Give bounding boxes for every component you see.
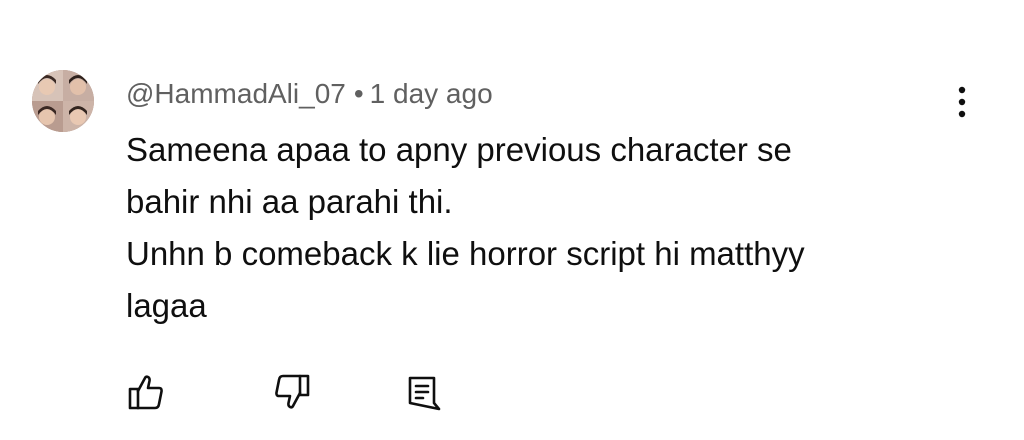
reply-comment-icon [408,376,441,411]
comment-text-line: bahir nhi aa parahi thi. [126,183,453,220]
comment-timestamp[interactable]: 1 day ago [370,78,493,109]
author-name[interactable]: @HammadAli_07 [126,78,346,109]
more-vert-icon [958,86,966,118]
comment-text: Sameena apaa to apny previous character … [126,124,926,332]
comment-item: @HammadAli_07 • 1 day ago Sameena apaa to … [0,0,1024,440]
like-button[interactable] [124,370,168,414]
thumbs-up-icon [128,375,163,410]
more-options-button[interactable] [944,82,980,122]
comment-text-line: lagaa [126,287,207,324]
comment-text-line: Unhn b comeback k lie horror script hi m… [126,235,805,272]
comment-header: @HammadAli_07 • 1 day ago [126,76,493,112]
thumbs-down-icon [275,374,310,409]
reply-button[interactable] [400,370,444,414]
avatar-photo [32,70,94,132]
comment-text-line: Sameena apaa to apny previous character … [126,131,792,168]
meta-separator: • [353,78,364,109]
dislike-button[interactable] [270,370,314,414]
avatar[interactable] [32,70,94,132]
